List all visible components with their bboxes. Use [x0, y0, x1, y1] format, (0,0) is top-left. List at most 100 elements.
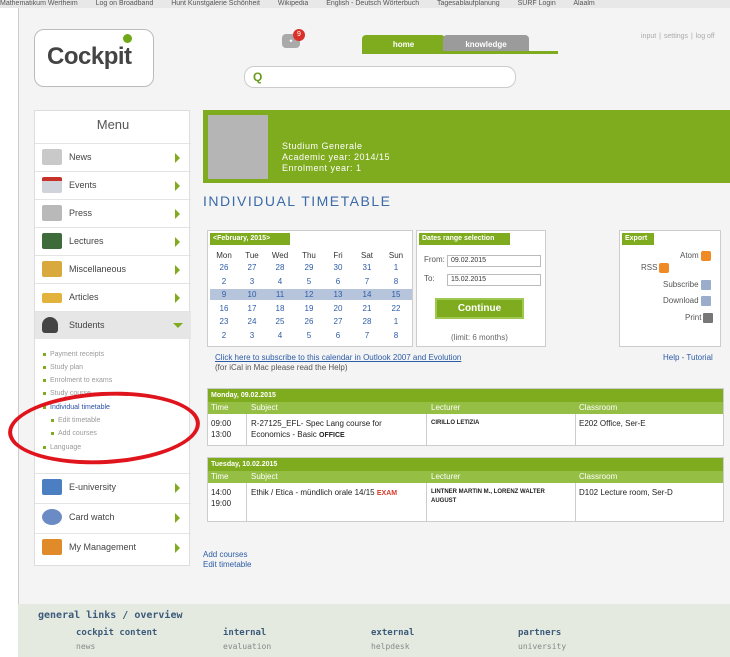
sidebar-item-students[interactable]: Students — [35, 311, 191, 339]
calendar-day[interactable]: 2 — [211, 331, 237, 340]
calendar-day[interactable]: 30 — [325, 263, 351, 272]
calendar-day[interactable]: 14 — [354, 290, 380, 299]
calendar-day[interactable]: 20 — [325, 304, 351, 313]
calendar-day[interactable]: 9 — [211, 290, 237, 299]
sidebar-item-press[interactable]: Press — [35, 199, 191, 227]
calendar-day[interactable]: 27 — [325, 317, 351, 326]
submenu-payment-receipts[interactable]: Payment receipts — [43, 351, 104, 358]
search-icon[interactable]: Q — [253, 70, 262, 84]
blackboard-icon — [42, 233, 62, 249]
footer-link[interactable]: evaluation — [223, 642, 271, 651]
sidebar-item-news[interactable]: News — [35, 143, 191, 171]
bookmark[interactable]: Wikipedia — [278, 0, 308, 7]
sidebar-item-miscellaneous[interactable]: Miscellaneous — [35, 255, 191, 283]
calendar-month-nav[interactable]: <February, 2015> — [210, 233, 290, 245]
calendar: <February, 2015> Mon Tue Wed Thu Fri Sat… — [207, 230, 413, 347]
edit-timetable-link[interactable]: Edit timetable — [203, 560, 251, 570]
bookmark[interactable]: SURF Login — [518, 0, 556, 7]
cockpit-logo[interactable]: Cockpit — [34, 29, 154, 87]
search-input[interactable] — [269, 69, 509, 85]
search-box: Q — [244, 66, 516, 88]
input-link[interactable]: input — [641, 33, 656, 40]
sidebar-item-events[interactable]: Events — [35, 171, 191, 199]
calendar-day[interactable]: 23 — [211, 317, 237, 326]
calendar-day[interactable]: 5 — [296, 331, 322, 340]
calendar-day[interactable]: 25 — [267, 317, 293, 326]
sidebar-item-my-management[interactable]: My Management — [35, 533, 191, 563]
calendar-day[interactable]: 1 — [383, 317, 409, 326]
calendar-day[interactable]: 15 — [383, 290, 409, 299]
download-link[interactable]: Download — [663, 296, 711, 306]
calendar-icon — [700, 280, 711, 290]
calendar-day[interactable]: 28 — [267, 263, 293, 272]
calendar-day[interactable]: 7 — [354, 277, 380, 286]
logoff-link[interactable]: log off — [696, 33, 715, 40]
calendar-day[interactable]: 17 — [239, 304, 265, 313]
bookmark[interactable]: Log on Broadband — [96, 0, 154, 7]
add-courses-link[interactable]: Add courses — [203, 550, 251, 560]
from-date-field[interactable]: 09.02.2015 — [447, 255, 541, 267]
to-date-field[interactable]: 15.02.2015 — [447, 274, 541, 286]
sidebar-item-articles[interactable]: Articles — [35, 283, 191, 311]
calendar-day[interactable]: 26 — [296, 317, 322, 326]
calendar-day[interactable]: 18 — [267, 304, 293, 313]
sidebar-item-lectures[interactable]: Lectures — [35, 227, 191, 255]
calendar-day[interactable]: 8 — [383, 277, 409, 286]
bookmark[interactable]: Mathematikum Wertheim — [0, 0, 78, 7]
footer-link[interactable]: university — [518, 642, 566, 651]
calendar-day[interactable]: 6 — [325, 277, 351, 286]
bookmark[interactable]: Tagesablaufplanung — [437, 0, 500, 7]
calendar-day[interactable]: 6 — [325, 331, 351, 340]
student-icon — [42, 317, 58, 333]
calendar-day[interactable]: 31 — [354, 263, 380, 272]
sidebar-item-label: Miscellaneous — [69, 264, 127, 274]
calendar-day[interactable]: 3 — [239, 277, 265, 286]
calendar-day[interactable]: 12 — [296, 290, 322, 299]
calendar-day[interactable]: 21 — [354, 304, 380, 313]
calendar-day[interactable]: 10 — [239, 290, 265, 299]
footer-heading: internal — [223, 628, 267, 638]
footer-link[interactable]: helpdesk — [371, 642, 410, 651]
bookmark[interactable]: Hunt Kunstgalerie Schönheit — [171, 0, 260, 7]
calendar-day[interactable]: 29 — [296, 263, 322, 272]
footer-link[interactable]: news — [76, 642, 95, 651]
calendar-day[interactable]: 13 — [325, 290, 351, 299]
bookmark[interactable]: Alaalm — [573, 0, 594, 7]
notifications[interactable]: • 9 — [282, 29, 308, 52]
bookmark[interactable]: English - Deutsch Wörterbuch — [326, 0, 419, 7]
rss-link[interactable]: RSS — [641, 263, 670, 273]
continue-button[interactable]: Continue — [435, 298, 524, 319]
calendar-day[interactable]: 7 — [354, 331, 380, 340]
calendar-day[interactable]: 11 — [267, 290, 293, 299]
settings-link[interactable]: settings — [664, 33, 688, 40]
calendar-day[interactable]: 16 — [211, 304, 237, 313]
calendar-day[interactable]: 3 — [239, 331, 265, 340]
calendar-day[interactable]: 24 — [239, 317, 265, 326]
time-start: 09:00 — [211, 419, 232, 428]
sidebar-item-card-watch[interactable]: Card watch — [35, 503, 191, 533]
calendar-day[interactable]: 5 — [296, 277, 322, 286]
calendar-day[interactable]: 19 — [296, 304, 322, 313]
calendar-day[interactable]: 1 — [383, 263, 409, 272]
tab-knowledge[interactable]: knowledge — [443, 35, 529, 52]
bottom-links: Add courses Edit timetable — [203, 550, 251, 570]
management-icon — [42, 539, 62, 555]
calendar-day[interactable]: 4 — [267, 331, 293, 340]
calendar-day[interactable]: 4 — [267, 277, 293, 286]
submenu-enrolment-exams[interactable]: Enrolment to exams — [43, 377, 112, 384]
calendar-day[interactable]: 8 — [383, 331, 409, 340]
help-tutorial-link[interactable]: Help - Tutorial — [663, 353, 713, 362]
submenu-study-plan[interactable]: Study plan — [43, 364, 83, 371]
subscribe-calendar-link[interactable]: Click here to subscribe to this calendar… — [215, 353, 461, 362]
calendar-day[interactable]: 22 — [383, 304, 409, 313]
print-link[interactable]: Print — [685, 313, 714, 323]
atom-link[interactable]: Atom — [680, 251, 711, 261]
calendar-day[interactable]: 26 — [211, 263, 237, 272]
tab-home[interactable]: home — [362, 35, 445, 52]
calendar-day[interactable]: 2 — [211, 277, 237, 286]
subscribe-link[interactable]: Subscribe — [663, 280, 711, 290]
calendar-day[interactable]: 27 — [239, 263, 265, 272]
calendar-day[interactable]: 28 — [354, 317, 380, 326]
sidebar-item-e-university[interactable]: E-university — [35, 473, 191, 503]
col-time: Time — [211, 403, 229, 412]
